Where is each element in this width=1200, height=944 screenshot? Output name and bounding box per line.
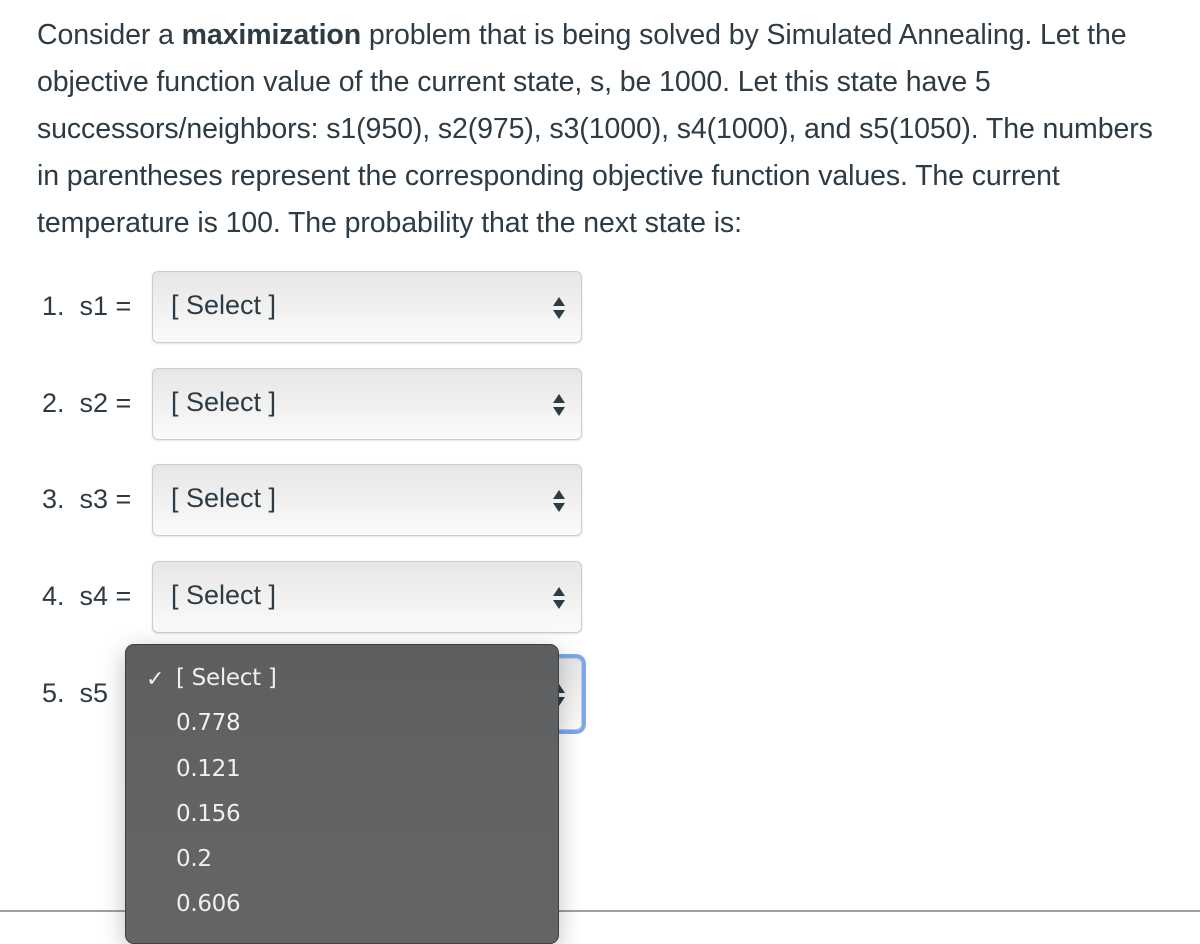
answer-row-s2: 2. s2 = [ Select ] xyxy=(0,368,600,442)
select-value: [ Select ] xyxy=(171,290,277,320)
s2-select[interactable]: [ Select ] xyxy=(152,368,582,440)
s5-dropdown-menu: ✓ [ Select ] 0.778 0.121 0.156 0.2 0.606 xyxy=(125,644,559,944)
dropdown-option[interactable]: [ Select ] xyxy=(176,665,277,691)
dropdown-option[interactable]: 0.156 xyxy=(176,801,241,827)
up-down-arrows-icon xyxy=(553,587,565,609)
dropdown-option[interactable]: 0.2 xyxy=(176,846,212,872)
answer-label: 2. s2 = xyxy=(42,388,132,418)
answer-row-s1: 1. s1 = [ Select ] xyxy=(0,271,600,345)
answer-label: 3. s3 = xyxy=(42,484,132,514)
question-emphasis: maximization xyxy=(181,19,362,51)
answer-row-s4: 4. s4 = [ Select ] xyxy=(0,561,600,635)
dropdown-option[interactable]: 0.121 xyxy=(176,756,241,782)
answer-label: 5. s5 xyxy=(42,678,109,708)
s1-select[interactable]: [ Select ] xyxy=(152,271,582,343)
select-value: [ Select ] xyxy=(171,483,277,513)
answer-row-s3: 3. s3 = [ Select ] xyxy=(0,464,600,538)
question-body: problem that is being solved by Simulate… xyxy=(37,19,1153,239)
answer-label: 1. s1 = xyxy=(42,291,132,321)
s4-select[interactable]: [ Select ] xyxy=(152,561,582,633)
select-value: [ Select ] xyxy=(171,580,277,610)
up-down-arrows-icon xyxy=(553,490,565,512)
select-value: [ Select ] xyxy=(171,387,277,417)
up-down-arrows-icon xyxy=(553,394,565,416)
question-text: Consider a maximization problem that is … xyxy=(37,12,1177,247)
answer-label: 4. s4 = xyxy=(42,581,132,611)
checkmark-icon: ✓ xyxy=(146,667,165,692)
dropdown-option[interactable]: 0.778 xyxy=(176,710,241,736)
dropdown-option[interactable]: 0.606 xyxy=(176,891,241,917)
question-intro: Consider a xyxy=(37,19,182,51)
s3-select[interactable]: [ Select ] xyxy=(152,464,582,536)
up-down-arrows-icon xyxy=(553,297,565,319)
